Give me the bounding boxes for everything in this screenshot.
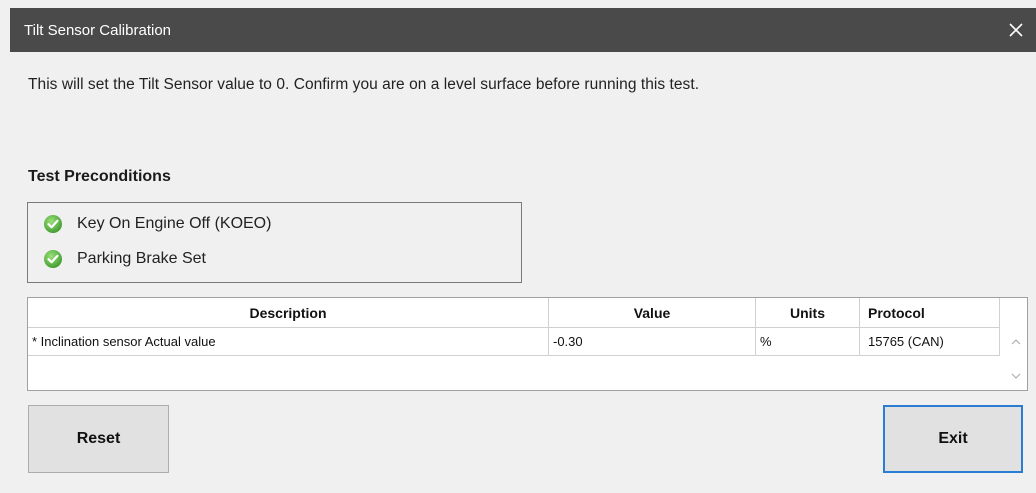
grid-header: Description Value Units Protocol bbox=[28, 298, 1000, 327]
calibration-dialog: Tilt Sensor Calibration This will set th… bbox=[0, 0, 1036, 493]
column-header-protocol[interactable]: Protocol bbox=[860, 298, 1000, 327]
precondition-item: Key On Engine Off (KOEO) bbox=[43, 214, 271, 234]
precondition-label: Key On Engine Off (KOEO) bbox=[77, 215, 272, 232]
title-bar: Tilt Sensor Calibration bbox=[10, 8, 1036, 52]
close-button[interactable] bbox=[996, 8, 1036, 52]
column-header-units[interactable]: Units bbox=[756, 298, 860, 327]
preconditions-list: Key On Engine Off (KOEO) Parking Brake S… bbox=[27, 202, 522, 283]
scroll-up-button[interactable] bbox=[1005, 331, 1027, 353]
preconditions-title: Test Preconditions bbox=[28, 168, 171, 185]
data-grid[interactable]: Description Value Units Protocol * Incli… bbox=[27, 297, 1028, 391]
cell-protocol: 15765 (CAN) bbox=[860, 328, 1000, 355]
dialog-body: This will set the Tilt Sensor value to 0… bbox=[10, 52, 1036, 493]
precondition-item: Parking Brake Set bbox=[43, 249, 206, 269]
chevron-down-icon bbox=[1011, 373, 1021, 379]
vertical-scrollbar[interactable] bbox=[1005, 327, 1027, 390]
precondition-label: Parking Brake Set bbox=[77, 250, 206, 267]
window-title: Tilt Sensor Calibration bbox=[24, 21, 172, 39]
check-circle-icon bbox=[43, 214, 63, 234]
scroll-down-button[interactable] bbox=[1005, 365, 1027, 387]
cell-value: -0.30 bbox=[549, 328, 756, 355]
info-message: This will set the Tilt Sensor value to 0… bbox=[28, 76, 700, 93]
cell-description: * Inclination sensor Actual value bbox=[28, 328, 549, 355]
reset-button[interactable]: Reset bbox=[28, 405, 169, 473]
table-row[interactable]: * Inclination sensor Actual value -0.30 … bbox=[28, 327, 1000, 356]
close-icon bbox=[1009, 23, 1023, 37]
cell-units: % bbox=[756, 328, 860, 355]
exit-button[interactable]: Exit bbox=[883, 405, 1023, 473]
column-header-value[interactable]: Value bbox=[549, 298, 756, 327]
check-circle-icon bbox=[43, 249, 63, 269]
chevron-up-icon bbox=[1011, 339, 1021, 345]
column-header-description[interactable]: Description bbox=[28, 298, 549, 327]
